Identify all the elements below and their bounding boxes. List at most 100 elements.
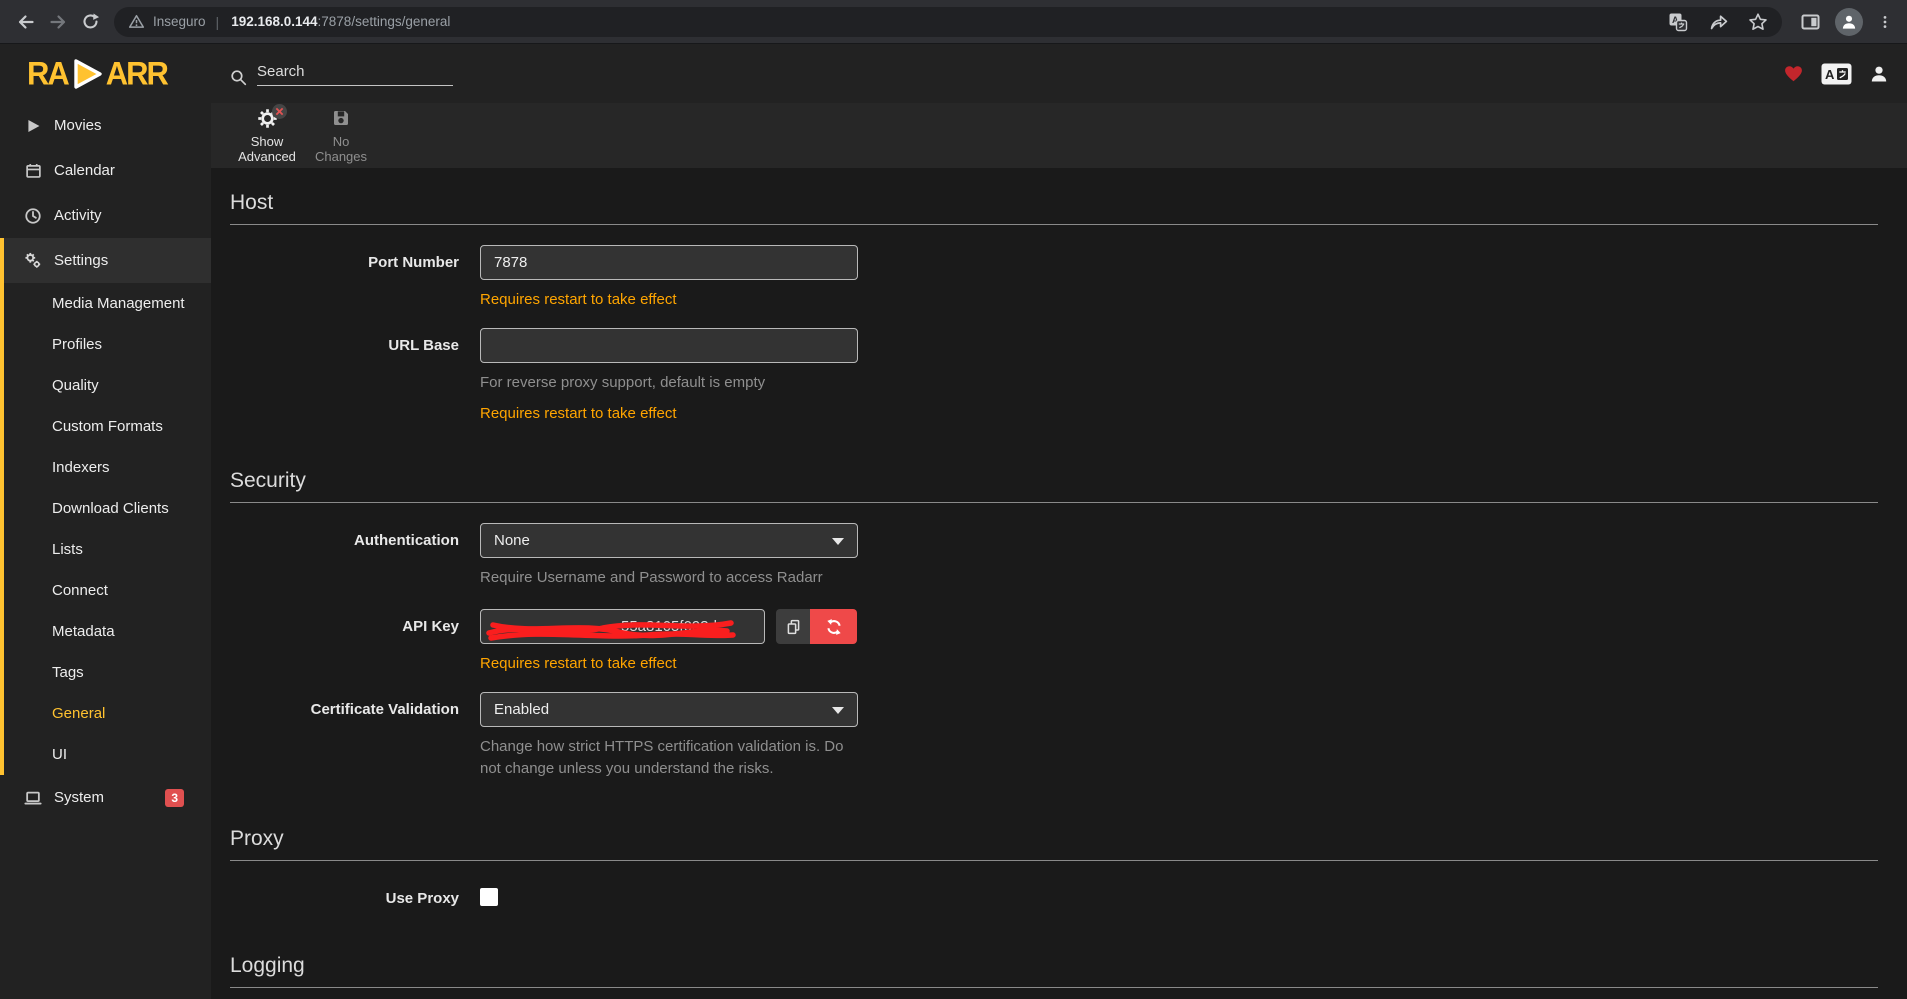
movies-icon — [24, 117, 42, 135]
sidebar-item-calendar[interactable]: Calendar — [0, 148, 211, 193]
calendar-icon — [24, 162, 42, 180]
sidebar-item-media-management[interactable]: Media Management — [4, 283, 211, 324]
use-proxy-checkbox[interactable] — [480, 888, 498, 906]
certificate-validation-value: Enabled — [494, 701, 549, 718]
translate-extension-icon[interactable]: A — [1821, 63, 1852, 85]
sidebar-item-label: Calendar — [54, 162, 115, 179]
sidebar-item-label: Movies — [54, 117, 102, 134]
sidebar-item-metadata[interactable]: Metadata — [4, 611, 211, 652]
url-host: 192.168.0.144 — [231, 14, 317, 29]
reload-icon — [81, 12, 100, 31]
chevron-down-icon — [832, 707, 844, 714]
api-key-row: API Key 55a8105f093d — [230, 609, 1878, 672]
bookmark-star-icon[interactable] — [1748, 12, 1768, 32]
sidebar: RA ARR Movies Calendar Activity Settings — [0, 44, 211, 999]
browser-profile-avatar[interactable] — [1835, 8, 1863, 36]
api-key-restart-warning: Requires restart to take effect — [480, 655, 858, 672]
clock-icon — [24, 207, 42, 225]
sidebar-item-general[interactable]: General — [4, 693, 211, 734]
search-input[interactable] — [257, 61, 453, 86]
browser-forward-button[interactable] — [42, 6, 74, 38]
url-base-row: URL Base For reverse proxy support, defa… — [230, 328, 1878, 422]
show-advanced-label-2: Advanced — [238, 149, 296, 164]
copy-api-key-button[interactable] — [776, 609, 810, 644]
user-icon[interactable] — [1869, 64, 1889, 84]
sidebar-item-system[interactable]: System 3 — [0, 775, 211, 820]
sub-item-label: UI — [52, 746, 67, 763]
share-icon[interactable] — [1708, 12, 1728, 32]
not-secure-warning-icon — [128, 13, 145, 30]
regenerate-api-key-button[interactable] — [810, 609, 857, 644]
system-badge: 3 — [165, 789, 184, 807]
radarr-play-icon — [70, 57, 104, 91]
security-label: Inseguro — [153, 14, 206, 29]
authentication-select[interactable]: None — [480, 523, 858, 558]
translate-page-icon[interactable]: A — [1668, 12, 1688, 32]
port-number-row: Port Number Requires restart to take eff… — [230, 245, 1878, 308]
authentication-helper: Require Username and Password to access … — [480, 567, 858, 589]
port-restart-warning: Requires restart to take effect — [480, 291, 858, 308]
app-header: A — [211, 44, 1907, 103]
browser-back-button[interactable] — [10, 6, 42, 38]
sidebar-item-profiles[interactable]: Profiles — [4, 324, 211, 365]
settings-toolbar: Show Advanced No Changes — [211, 103, 1907, 168]
browser-menu-icon[interactable] — [1877, 12, 1893, 32]
sub-item-label: Tags — [52, 664, 84, 681]
url-base-input[interactable] — [480, 328, 858, 363]
browser-toolbar: Inseguro | 192.168.0.144 :7878/settings/… — [0, 0, 1907, 44]
logo-text-right: ARR — [106, 55, 167, 92]
api-key-input[interactable]: 55a8105f093d — [480, 609, 765, 644]
sidebar-item-custom-formats[interactable]: Custom Formats — [4, 406, 211, 447]
port-number-input[interactable] — [480, 245, 858, 280]
section-title-host: Host — [230, 190, 1878, 216]
section-title-logging: Logging — [230, 953, 1878, 979]
sidebar-item-indexers[interactable]: Indexers — [4, 447, 211, 488]
section-rule — [230, 224, 1878, 225]
sub-item-label: Download Clients — [52, 500, 169, 517]
save-no-changes-button[interactable]: No Changes — [307, 106, 375, 166]
section-rule — [230, 502, 1878, 503]
sidebar-item-ui[interactable]: UI — [4, 734, 211, 775]
sidebar-item-label: Activity — [54, 207, 102, 224]
show-advanced-button[interactable]: Show Advanced — [233, 106, 301, 166]
section-title-security: Security — [230, 468, 1878, 494]
forward-arrow-icon — [48, 12, 68, 32]
browser-reload-button[interactable] — [74, 6, 106, 38]
sub-item-label: Media Management — [52, 295, 185, 312]
sidebar-item-activity[interactable]: Activity — [0, 193, 211, 238]
authentication-row: Authentication None Require Username and… — [230, 523, 1878, 589]
sidebar-item-tags[interactable]: Tags — [4, 652, 211, 693]
general-settings-content: Host Port Number Requires restart to tak… — [211, 168, 1907, 999]
copy-icon — [785, 618, 802, 636]
show-advanced-label-1: Show — [251, 134, 284, 149]
donate-heart-icon[interactable] — [1783, 64, 1804, 84]
sidebar-item-settings[interactable]: Settings — [4, 238, 211, 283]
sub-item-label: Lists — [52, 541, 83, 558]
sub-item-label: Quality — [52, 377, 99, 394]
person-icon — [1840, 13, 1858, 31]
sidebar-item-connect[interactable]: Connect — [4, 570, 211, 611]
sidebar-item-movies[interactable]: Movies — [0, 103, 211, 148]
use-proxy-row: Use Proxy — [230, 881, 1878, 907]
url-bar[interactable]: Inseguro | 192.168.0.144 :7878/settings/… — [114, 7, 1782, 37]
api-key-visible-text: 55a8105f093d — [621, 618, 717, 635]
refresh-icon — [825, 618, 843, 636]
use-proxy-label: Use Proxy — [230, 881, 480, 907]
svg-text:A: A — [1825, 67, 1835, 82]
advanced-off-badge — [272, 104, 287, 119]
certificate-validation-helper: Change how strict HTTPS certification va… — [480, 736, 858, 780]
gears-icon — [24, 251, 42, 270]
sub-item-label: Custom Formats — [52, 418, 163, 435]
sidebar-item-label: Settings — [54, 252, 108, 269]
url-path: :7878/settings/general — [318, 14, 451, 29]
radarr-logo[interactable]: RA ARR — [0, 44, 211, 103]
section-rule — [230, 860, 1878, 861]
sidebar-item-download-clients[interactable]: Download Clients — [4, 488, 211, 529]
sidebar-item-lists[interactable]: Lists — [4, 529, 211, 570]
certificate-validation-select[interactable]: Enabled — [480, 692, 858, 727]
sidebar-item-quality[interactable]: Quality — [4, 365, 211, 406]
sub-item-label: Indexers — [52, 459, 110, 476]
laptop-icon — [24, 789, 42, 807]
settings-group: Settings Media Management Profiles Quali… — [0, 238, 211, 775]
split-screen-icon[interactable] — [1800, 12, 1821, 32]
